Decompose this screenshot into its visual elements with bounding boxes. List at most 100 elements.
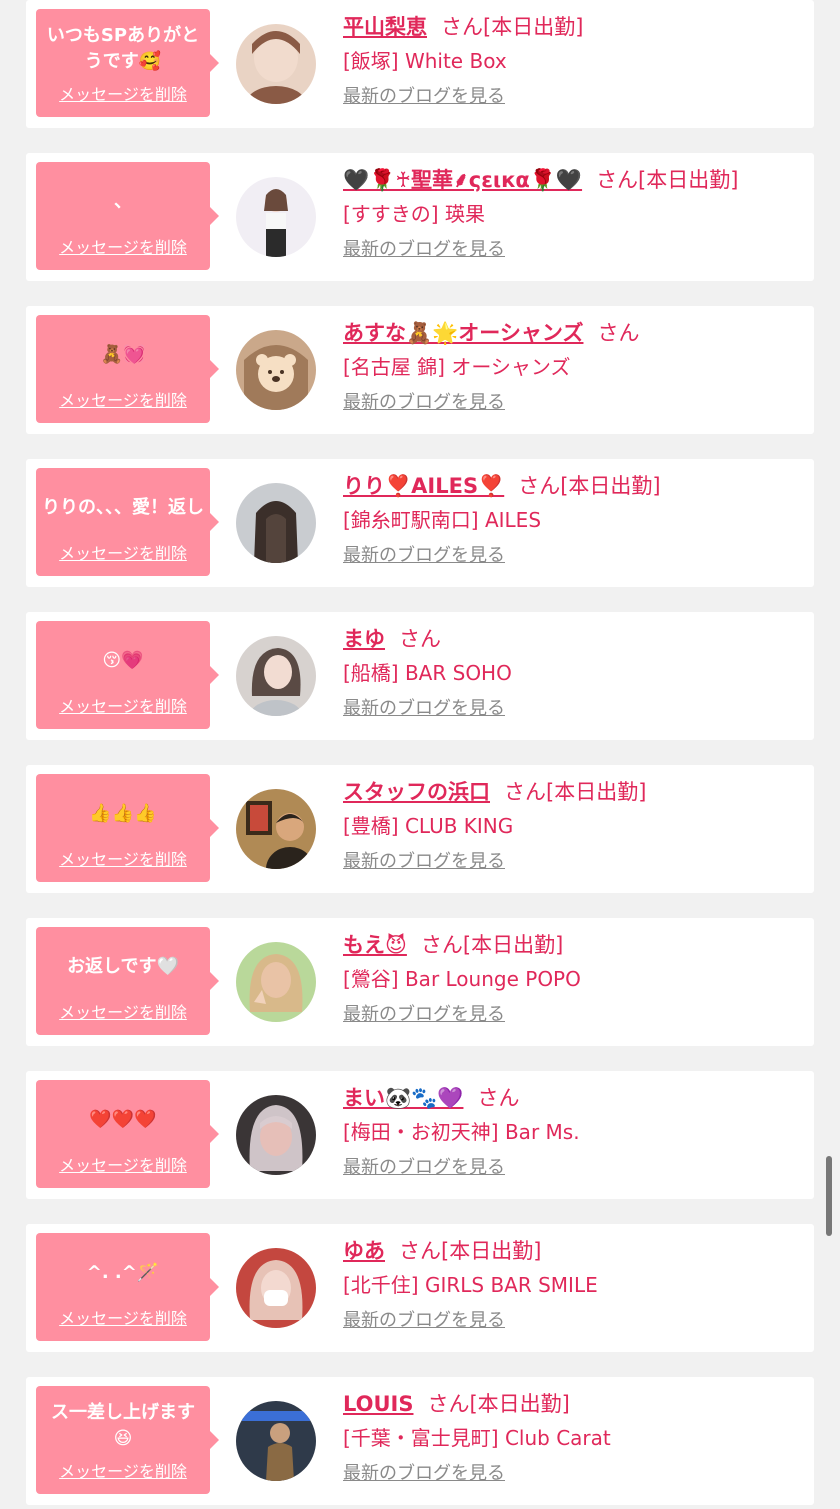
name-suffix: さん[本日出勤]: [441, 15, 584, 39]
message-bubble: 🧸💓 メッセージを削除: [36, 315, 219, 423]
cast-name-link[interactable]: スタッフの浜口: [343, 780, 490, 804]
card-info: あすな🧸🌟オーシャンズ さん [名古屋 錦] オーシャンズ 最新のブログを見る: [343, 316, 804, 416]
avatar-image: [236, 1401, 316, 1481]
delete-message-link[interactable]: メッセージを削除: [36, 1458, 210, 1482]
avatar[interactable]: [236, 789, 316, 869]
message-card: ^. .^🪄 メッセージを削除 ゆあ さん[本日出勤] [北千住] GIRLS B…: [26, 1224, 814, 1352]
latest-blog-link[interactable]: 最新のブログを見る: [343, 390, 505, 416]
name-row: りり❣️AILES❣️ さん[本日出勤]: [343, 469, 804, 503]
shop-label: [豊橋] CLUB KING: [343, 814, 514, 838]
shop-label: [鶯谷] Bar Lounge POPO: [343, 967, 581, 991]
delete-message-link[interactable]: メッセージを削除: [36, 234, 210, 258]
cast-name-link[interactable]: 🖤🌹♰聖華⸙ςειкα🌹🖤: [343, 168, 582, 192]
message-bubble: 😚💗 メッセージを削除: [36, 621, 219, 729]
name-row: スタッフの浜口 さん[本日出勤]: [343, 775, 804, 809]
avatar-image: [236, 483, 316, 563]
name-suffix: さん: [597, 321, 640, 345]
latest-blog-link[interactable]: 最新のブログを見る: [343, 1461, 505, 1487]
message-text: お返しです🤍: [67, 956, 179, 977]
message-card: 🧸💓 メッセージを削除 あすな🧸🌟オーシャンズ さん [名古屋 錦] オーシャンズ…: [26, 306, 814, 434]
card-info: LOUIS さん[本日出勤] [千葉・富士見町] Club Carat 最新のブロ…: [343, 1387, 804, 1487]
message-text: 😚💗: [102, 650, 144, 671]
message-card: いつもSPありがとうです🥰 メッセージを削除 平山梨恵 さん[本日出勤] [飯塚]…: [26, 0, 814, 128]
latest-blog-link[interactable]: 最新のブログを見る: [343, 696, 505, 722]
shop-label: [すすきの] 瑛果: [343, 202, 485, 226]
delete-message-link[interactable]: メッセージを削除: [36, 540, 210, 564]
latest-blog-link[interactable]: 最新のブログを見る: [343, 543, 505, 569]
cast-name-link[interactable]: もえ😈: [343, 933, 407, 957]
message-text: 、: [114, 191, 132, 212]
card-info: まい🐼🐾💜 さん [梅田・お初天神] Bar Ms. 最新のブログを見る: [343, 1081, 804, 1181]
name-row: 🖤🌹♰聖華⸙ςειкα🌹🖤 さん[本日出勤]: [343, 163, 804, 197]
avatar[interactable]: [236, 1095, 316, 1175]
name-suffix: さん[本日出勤]: [399, 1239, 542, 1263]
delete-message-link[interactable]: メッセージを削除: [36, 693, 210, 717]
avatar-image: [236, 636, 316, 716]
cast-name-link[interactable]: あすな🧸🌟オーシャンズ: [343, 321, 583, 345]
shop-label: [北千住] GIRLS BAR SMILE: [343, 1273, 598, 1297]
avatar-image: [236, 1095, 316, 1175]
message-text: いつもSPありがとうです🥰: [46, 25, 200, 72]
message-bubble: ス一差し上げます😆 メッセージを削除: [36, 1386, 219, 1494]
avatar[interactable]: [236, 1401, 316, 1481]
cast-name-link[interactable]: まい🐼🐾💜: [343, 1086, 463, 1110]
card-info: 平山梨恵 さん[本日出勤] [飯塚] White Box 最新のブログを見る: [343, 10, 804, 110]
shop-label: [梅田・お初天神] Bar Ms.: [343, 1120, 580, 1144]
name-suffix: さん[本日出勤]: [518, 474, 661, 498]
card-info: まゆ さん [船橋] BAR SOHO 最新のブログを見る: [343, 622, 804, 722]
delete-message-link[interactable]: メッセージを削除: [36, 387, 210, 411]
name-row: まい🐼🐾💜 さん: [343, 1081, 804, 1115]
cast-name-link[interactable]: まゆ: [343, 627, 385, 651]
message-bubble: ❤️❤️❤️ メッセージを削除: [36, 1080, 219, 1188]
message-bubble: 👍👍👍 メッセージを削除: [36, 774, 219, 882]
cast-name-link[interactable]: ゆあ: [343, 1239, 385, 1263]
cast-name-link[interactable]: 平山梨恵: [343, 15, 427, 39]
avatar-image: [236, 942, 316, 1022]
name-row: 平山梨恵 さん[本日出勤]: [343, 10, 804, 44]
delete-message-link[interactable]: メッセージを削除: [36, 846, 210, 870]
card-info: ゆあ さん[本日出勤] [北千住] GIRLS BAR SMILE 最新のブログを…: [343, 1234, 804, 1334]
avatar[interactable]: [236, 483, 316, 563]
avatar[interactable]: [236, 1248, 316, 1328]
latest-blog-link[interactable]: 最新のブログを見る: [343, 237, 505, 263]
shop-label: [錦糸町駅南口] AILES: [343, 508, 542, 532]
delete-message-link[interactable]: メッセージを削除: [36, 1305, 210, 1329]
message-card: ❤️❤️❤️ メッセージを削除 まい🐼🐾💜 さん [梅田・お初天神] Bar Ms…: [26, 1071, 814, 1199]
latest-blog-link[interactable]: 最新のブログを見る: [343, 1308, 505, 1334]
avatar-image: [236, 789, 316, 869]
shop-label: [千葉・富士見町] Club Carat: [343, 1426, 611, 1450]
avatar[interactable]: [236, 177, 316, 257]
message-bubble: いつもSPありがとうです🥰 メッセージを削除: [36, 9, 219, 117]
avatar[interactable]: [236, 636, 316, 716]
card-info: スタッフの浜口 さん[本日出勤] [豊橋] CLUB KING 最新のブログを見る: [343, 775, 804, 875]
latest-blog-link[interactable]: 最新のブログを見る: [343, 1155, 505, 1181]
name-row: LOUIS さん[本日出勤]: [343, 1387, 804, 1421]
message-text: りりの、、、愛！返し: [42, 497, 204, 518]
message-card: 、 メッセージを削除 🖤🌹♰聖華⸙ςειкα🌹🖤 さん[本日出勤] [すすきの] …: [26, 153, 814, 281]
card-info: りり❣️AILES❣️ さん[本日出勤] [錦糸町駅南口] AILES 最新のブロ…: [343, 469, 804, 569]
cast-name-link[interactable]: りり❣️AILES❣️: [343, 474, 504, 498]
scrollbar-thumb[interactable]: [826, 1156, 832, 1236]
avatar[interactable]: [236, 24, 316, 104]
latest-blog-link[interactable]: 最新のブログを見る: [343, 1002, 505, 1028]
message-text: 🧸💓: [100, 344, 146, 365]
avatar-image: [236, 330, 316, 410]
message-bubble: ^. .^🪄 メッセージを削除: [36, 1233, 219, 1341]
avatar[interactable]: [236, 330, 316, 410]
latest-blog-link[interactable]: 最新のブログを見る: [343, 849, 505, 875]
avatar[interactable]: [236, 942, 316, 1022]
name-suffix: さん[本日出勤]: [420, 933, 564, 957]
message-bubble: 、 メッセージを削除: [36, 162, 219, 270]
latest-blog-link[interactable]: 最新のブログを見る: [343, 84, 505, 110]
delete-message-link[interactable]: メッセージを削除: [36, 999, 210, 1023]
message-text: ❤️❤️❤️: [89, 1109, 157, 1130]
delete-message-link[interactable]: メッセージを削除: [36, 81, 210, 105]
message-card: ス一差し上げます😆 メッセージを削除 LOUIS さん[本日出勤] [千葉・富士見…: [26, 1377, 814, 1505]
message-text: 👍👍👍: [89, 803, 157, 824]
name-row: あすな🧸🌟オーシャンズ さん: [343, 316, 804, 350]
delete-message-link[interactable]: メッセージを削除: [36, 1152, 210, 1176]
avatar-image: [236, 1248, 316, 1328]
shop-label: [船橋] BAR SOHO: [343, 661, 512, 685]
cast-name-link[interactable]: LOUIS: [343, 1392, 413, 1416]
card-info: 🖤🌹♰聖華⸙ςειкα🌹🖤 さん[本日出勤] [すすきの] 瑛果 最新のブログを見…: [343, 163, 804, 263]
